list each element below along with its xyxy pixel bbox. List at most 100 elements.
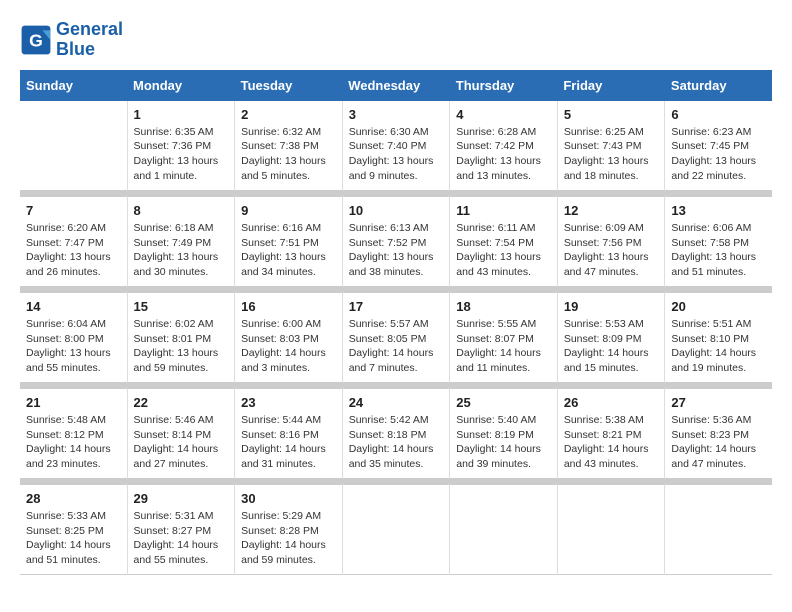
day-info: Sunrise: 5:51 AM Sunset: 8:10 PM Dayligh… [671,317,766,376]
day-info: Sunrise: 5:55 AM Sunset: 8:07 PM Dayligh… [456,317,551,376]
day-info: Sunrise: 5:36 AM Sunset: 8:23 PM Dayligh… [671,413,766,472]
day-number: 6 [671,107,766,122]
day-info: Sunrise: 6:02 AM Sunset: 8:01 PM Dayligh… [134,317,229,376]
week-row-2: 7Sunrise: 6:20 AM Sunset: 7:47 PM Daylig… [20,197,772,287]
calendar-header-row: SundayMondayTuesdayWednesdayThursdayFrid… [20,70,772,101]
day-number: 5 [564,107,659,122]
day-info: Sunrise: 6:25 AM Sunset: 7:43 PM Dayligh… [564,125,659,184]
day-cell: 21 Sunrise: 5:48 AM Sunset: 8:12 PM Dayli… [20,389,127,479]
day-info: Sunrise: 6:28 AM Sunset: 7:42 PM Dayligh… [456,125,551,184]
day-cell [20,101,127,191]
day-cell: 16 Sunrise: 6:00 AM Sunset: 8:03 PM Dayli… [235,293,343,383]
header-wednesday: Wednesday [342,70,450,101]
day-cell: 18Sunrise: 5:55 AM Sunset: 8:07 PM Dayli… [450,293,558,383]
day-info: Sunrise: 5:31 AM Sunset: 8:27 PM Dayligh… [134,509,229,568]
day-info: Sunrise: 5:48 AM Sunset: 8:12 PM Dayligh… [26,413,121,472]
day-number: 28 [26,491,121,506]
day-info: Sunrise: 6:16 AM Sunset: 7:51 PM Dayligh… [241,221,336,280]
day-info: Sunrise: 5:42 AM Sunset: 8:18 PM Dayligh… [349,413,444,472]
day-info: Sunrise: 5:40 AM Sunset: 8:19 PM Dayligh… [456,413,551,472]
day-info: Sunrise: 5:29 AM Sunset: 8:28 PM Dayligh… [241,509,336,568]
header-thursday: Thursday [450,70,558,101]
logo-text: General Blue [56,20,123,60]
logo-general: General [56,19,123,39]
day-number: 4 [456,107,551,122]
day-cell: 19 Sunrise: 5:53 AM Sunset: 8:09 PM Dayli… [557,293,665,383]
header-sunday: Sunday [20,70,127,101]
day-cell: 8 Sunrise: 6:18 AM Sunset: 7:49 PM Daylig… [127,197,235,287]
day-cell: 20Sunrise: 5:51 AM Sunset: 8:10 PM Dayli… [665,293,772,383]
day-cell: 9 Sunrise: 6:16 AM Sunset: 7:51 PM Daylig… [235,197,343,287]
logo: G General Blue [20,20,123,60]
day-cell: 4 Sunrise: 6:28 AM Sunset: 7:42 PM Daylig… [450,101,558,191]
day-number: 9 [241,203,336,218]
day-number: 30 [241,491,336,506]
day-info: Sunrise: 5:44 AM Sunset: 8:16 PM Dayligh… [241,413,336,472]
day-cell: 17Sunrise: 5:57 AM Sunset: 8:05 PM Dayli… [342,293,450,383]
week-row-1: 1 Sunrise: 6:35 AM Sunset: 7:36 PM Daylig… [20,101,772,191]
week-row-3: 14Sunrise: 6:04 AM Sunset: 8:00 PM Dayli… [20,293,772,383]
day-info: Sunrise: 6:00 AM Sunset: 8:03 PM Dayligh… [241,317,336,376]
day-cell: 12 Sunrise: 6:09 AM Sunset: 7:56 PM Dayli… [557,197,665,287]
day-info: Sunrise: 5:38 AM Sunset: 8:21 PM Dayligh… [564,413,659,472]
day-number: 1 [134,107,229,122]
day-cell [450,485,558,575]
header-saturday: Saturday [665,70,772,101]
day-number: 25 [456,395,551,410]
day-info: Sunrise: 6:11 AM Sunset: 7:54 PM Dayligh… [456,221,551,280]
day-number: 11 [456,203,551,218]
day-number: 22 [134,395,229,410]
day-cell: 23 Sunrise: 5:44 AM Sunset: 8:16 PM Dayli… [235,389,343,479]
day-info: Sunrise: 6:09 AM Sunset: 7:56 PM Dayligh… [564,221,659,280]
day-number: 2 [241,107,336,122]
week-row-5: 28 Sunrise: 5:33 AM Sunset: 8:25 PM Dayli… [20,485,772,575]
day-cell: 6 Sunrise: 6:23 AM Sunset: 7:45 PM Daylig… [665,101,772,191]
day-number: 16 [241,299,336,314]
day-cell: 5 Sunrise: 6:25 AM Sunset: 7:43 PM Daylig… [557,101,665,191]
day-info: Sunrise: 6:23 AM Sunset: 7:45 PM Dayligh… [671,125,766,184]
day-cell: 11 Sunrise: 6:11 AM Sunset: 7:54 PM Dayli… [450,197,558,287]
day-cell: 24 Sunrise: 5:42 AM Sunset: 8:18 PM Dayli… [342,389,450,479]
day-info: Sunrise: 6:06 AM Sunset: 7:58 PM Dayligh… [671,221,766,280]
day-info: Sunrise: 5:46 AM Sunset: 8:14 PM Dayligh… [134,413,229,472]
day-info: Sunrise: 5:33 AM Sunset: 8:25 PM Dayligh… [26,509,121,568]
page-header: G General Blue [20,20,772,60]
day-number: 3 [349,107,444,122]
day-number: 10 [349,203,444,218]
day-cell: 3 Sunrise: 6:30 AM Sunset: 7:40 PM Daylig… [342,101,450,191]
day-number: 13 [671,203,766,218]
header-tuesday: Tuesday [235,70,343,101]
day-cell: 15 Sunrise: 6:02 AM Sunset: 8:01 PM Dayli… [127,293,235,383]
day-info: Sunrise: 6:35 AM Sunset: 7:36 PM Dayligh… [134,125,229,184]
day-number: 24 [349,395,444,410]
logo-blue: Blue [56,39,95,59]
day-cell: 7Sunrise: 6:20 AM Sunset: 7:47 PM Daylig… [20,197,127,287]
day-info: Sunrise: 5:53 AM Sunset: 8:09 PM Dayligh… [564,317,659,376]
day-cell: 25 Sunrise: 5:40 AM Sunset: 8:19 PM Dayli… [450,389,558,479]
header-friday: Friday [557,70,665,101]
week-row-4: 21 Sunrise: 5:48 AM Sunset: 8:12 PM Dayli… [20,389,772,479]
day-cell: 13 Sunrise: 6:06 AM Sunset: 7:58 PM Dayli… [665,197,772,287]
day-number: 23 [241,395,336,410]
day-number: 15 [134,299,229,314]
day-info: Sunrise: 6:30 AM Sunset: 7:40 PM Dayligh… [349,125,444,184]
day-cell: 10Sunrise: 6:13 AM Sunset: 7:52 PM Dayli… [342,197,450,287]
header-monday: Monday [127,70,235,101]
day-cell [665,485,772,575]
day-info: Sunrise: 6:18 AM Sunset: 7:49 PM Dayligh… [134,221,229,280]
day-cell: 2 Sunrise: 6:32 AM Sunset: 7:38 PM Daylig… [235,101,343,191]
day-cell: 14Sunrise: 6:04 AM Sunset: 8:00 PM Dayli… [20,293,127,383]
day-info: Sunrise: 6:20 AM Sunset: 7:47 PM Dayligh… [26,221,121,280]
day-number: 19 [564,299,659,314]
day-number: 29 [134,491,229,506]
day-number: 12 [564,203,659,218]
day-number: 27 [671,395,766,410]
day-number: 21 [26,395,121,410]
logo-icon: G [20,24,52,56]
day-cell [342,485,450,575]
day-number: 8 [134,203,229,218]
day-info: Sunrise: 6:32 AM Sunset: 7:38 PM Dayligh… [241,125,336,184]
day-number: 26 [564,395,659,410]
day-cell: 30 Sunrise: 5:29 AM Sunset: 8:28 PM Dayli… [235,485,343,575]
calendar-table: SundayMondayTuesdayWednesdayThursdayFrid… [20,70,772,576]
